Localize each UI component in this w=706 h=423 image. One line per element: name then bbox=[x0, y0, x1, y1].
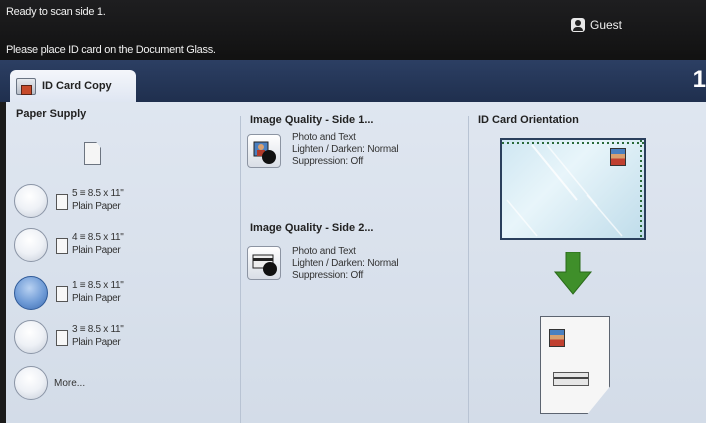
image-quality-side1-title: Image Quality - Side 1... bbox=[250, 114, 374, 126]
status-message-2: Please place ID card on the Document Gla… bbox=[6, 44, 216, 56]
paper-type: Plain Paper bbox=[72, 337, 121, 348]
tray-stack-icon: ≡ bbox=[79, 232, 86, 243]
paper-supply-title: Paper Supply bbox=[16, 108, 87, 120]
suppression: Suppression: Off bbox=[292, 270, 364, 281]
lighten-darken: Lighten / Darken: Normal bbox=[292, 258, 399, 269]
main-panel: Paper Supply 5 ≡ 8.5 x 11" Plain Paper 4… bbox=[6, 102, 706, 423]
tray-1-option[interactable]: 1 ≡ 8.5 x 11" Plain Paper bbox=[14, 276, 194, 316]
paper-size: 8.5 x 11" bbox=[87, 324, 124, 335]
paper-icon bbox=[56, 286, 68, 302]
tray-size-line: 3 ≡ 8.5 x 11" bbox=[72, 324, 124, 335]
original-type: Photo and Text bbox=[292, 132, 356, 143]
copier-screen: Ready to scan side 1. Please place ID ca… bbox=[0, 0, 706, 423]
paper-type: Plain Paper bbox=[72, 201, 121, 212]
user-label: Guest bbox=[590, 18, 623, 32]
paper-supply-icon bbox=[84, 142, 101, 165]
tray-4-option[interactable]: 4 ≡ 8.5 x 11" Plain Paper bbox=[14, 228, 194, 268]
page-indicator: 1 bbox=[692, 66, 706, 93]
tab-label: ID Card Copy bbox=[42, 80, 112, 92]
tray-stack-icon: ≡ bbox=[79, 324, 86, 335]
image-quality-side2-title: Image Quality - Side 2... bbox=[250, 222, 374, 234]
paper-size: 8.5 x 11" bbox=[87, 188, 124, 199]
paper-type: Plain Paper bbox=[72, 245, 121, 256]
tray-stack-icon: ≡ bbox=[79, 280, 86, 291]
user-icon bbox=[571, 18, 585, 32]
paper-icon bbox=[56, 238, 68, 254]
column-divider bbox=[468, 116, 469, 423]
tray-size-line: 4 ≡ 8.5 x 11" bbox=[72, 232, 124, 243]
more-label: More... bbox=[54, 378, 86, 389]
image-quality-summary: Photo and Text Lighten / Darken: Normal … bbox=[292, 132, 399, 168]
tab-bar: ID Card Copy bbox=[0, 60, 706, 102]
radio-button-selected[interactable] bbox=[14, 276, 48, 310]
radio-button[interactable] bbox=[14, 184, 48, 218]
document-glass-illustration bbox=[500, 138, 646, 240]
tray-size-line: 5 ≡ 8.5 x 11" bbox=[72, 188, 124, 199]
lighten-darken: Lighten / Darken: Normal bbox=[292, 144, 399, 155]
id-card-back-icon bbox=[553, 372, 589, 386]
radio-button[interactable] bbox=[14, 366, 48, 400]
output-page-illustration bbox=[540, 316, 610, 414]
photo-and-text-icon bbox=[253, 141, 276, 164]
column-divider bbox=[240, 116, 241, 423]
suppression: Suppression: Off bbox=[292, 156, 364, 167]
status-message-1: Ready to scan side 1. bbox=[6, 6, 106, 18]
id-card-photo-icon bbox=[549, 329, 565, 347]
tray-number: 5 bbox=[72, 188, 78, 199]
tray-size-line: 1 ≡ 8.5 x 11" bbox=[72, 280, 124, 291]
paper-icon bbox=[56, 330, 68, 346]
status-header: Ready to scan side 1. Please place ID ca… bbox=[0, 0, 706, 62]
original-type: Photo and Text bbox=[292, 246, 356, 257]
tray-number: 3 bbox=[72, 324, 78, 335]
user-login-button[interactable]: Guest bbox=[571, 18, 622, 32]
paper-type: Plain Paper bbox=[72, 293, 121, 304]
tab-id-card-copy[interactable]: ID Card Copy bbox=[10, 70, 136, 102]
tray-5-option[interactable]: 5 ≡ 8.5 x 11" Plain Paper bbox=[14, 184, 194, 224]
arrow-down-icon bbox=[553, 251, 593, 296]
radio-button[interactable] bbox=[14, 320, 48, 354]
photo-text-mode-button[interactable] bbox=[247, 134, 281, 168]
paper-size: 8.5 x 11" bbox=[87, 280, 124, 291]
id-card-photo-icon bbox=[610, 148, 626, 166]
image-quality-summary: Photo and Text Lighten / Darken: Normal … bbox=[292, 246, 399, 282]
more-trays-option[interactable]: More... bbox=[14, 366, 194, 406]
tray-number: 1 bbox=[72, 280, 78, 291]
photo-and-text-icon bbox=[252, 254, 277, 276]
id-card-copy-icon bbox=[16, 77, 36, 95]
tray-stack-icon: ≡ bbox=[79, 188, 86, 199]
tray-number: 4 bbox=[72, 232, 78, 243]
radio-button[interactable] bbox=[14, 228, 48, 262]
photo-text-mode-button[interactable] bbox=[247, 246, 281, 280]
tray-3-option[interactable]: 3 ≡ 8.5 x 11" Plain Paper bbox=[14, 320, 194, 360]
paper-icon bbox=[56, 194, 68, 210]
paper-size: 8.5 x 11" bbox=[87, 232, 124, 243]
id-card-orientation-title: ID Card Orientation bbox=[478, 114, 579, 126]
